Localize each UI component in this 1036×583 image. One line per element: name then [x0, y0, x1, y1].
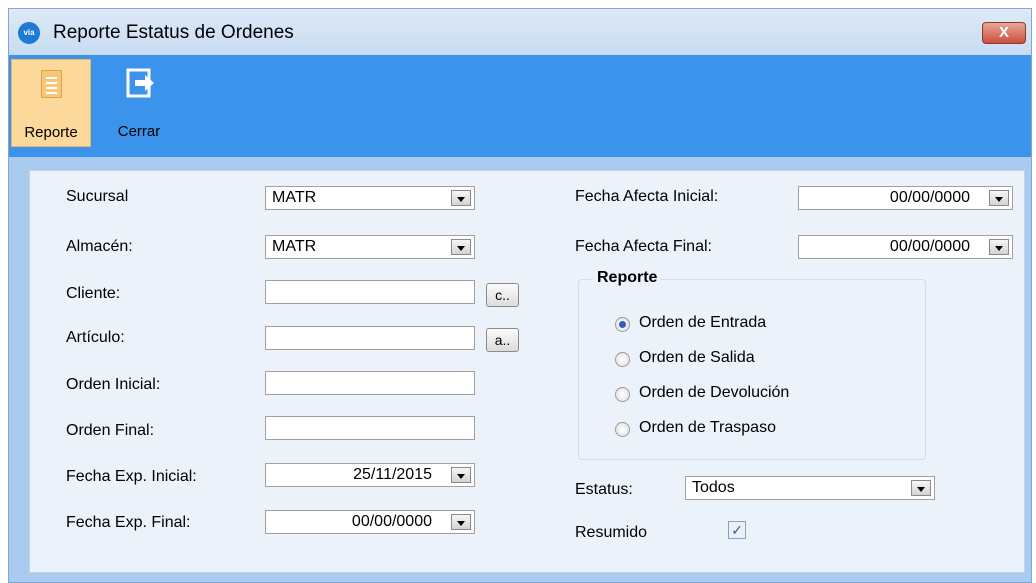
- orden-entrada-label[interactable]: Orden de Entrada: [639, 314, 766, 332]
- fecha-afecta-final-label: Fecha Afecta Final:: [575, 238, 712, 255]
- report-window: via Reporte Estatus de Ordenes X Reporte…: [8, 8, 1032, 583]
- report-button[interactable]: Reporte: [11, 59, 91, 147]
- orden-devolucion-radio[interactable]: [615, 387, 630, 402]
- fecha-afecta-inicial-label: Fecha Afecta Inicial:: [575, 188, 719, 205]
- reporte-group-title: Reporte: [593, 269, 662, 287]
- orden-traspaso-label[interactable]: Orden de Traspaso: [639, 419, 776, 437]
- fecha-afecta-final-picker[interactable]: 00/00/0000: [798, 235, 1013, 259]
- orden-inicial-input[interactable]: [265, 371, 475, 395]
- fecha-exp-final-label: Fecha Exp. Final:: [66, 514, 191, 531]
- cliente-lookup-button[interactable]: c..: [486, 283, 519, 307]
- chevron-down-icon[interactable]: [451, 190, 471, 206]
- orden-entrada-radio[interactable]: [615, 317, 630, 332]
- filter-form: Sucursal MATR Almacén: MATR Cliente: c..…: [29, 170, 1025, 573]
- articulo-label: Artículo:: [66, 329, 125, 346]
- fecha-exp-final-picker[interactable]: 00/00/0000: [265, 510, 475, 534]
- articulo-input[interactable]: [265, 326, 475, 350]
- estatus-label: Estatus:: [575, 481, 633, 498]
- orden-inicial-label: Orden Inicial:: [66, 376, 161, 393]
- orden-final-input[interactable]: [265, 416, 475, 440]
- app-logo-icon: via: [18, 22, 40, 44]
- fecha-exp-inicial-label: Fecha Exp. Inicial:: [66, 468, 197, 485]
- sucursal-label: Sucursal: [66, 188, 129, 205]
- chevron-down-icon[interactable]: [451, 467, 471, 483]
- chevron-down-icon[interactable]: [911, 480, 931, 496]
- toolbar: Reporte Cerrar: [9, 55, 1031, 157]
- almacen-label: Almacén:: [66, 238, 133, 255]
- cliente-input[interactable]: [265, 280, 475, 304]
- chevron-down-icon[interactable]: [451, 239, 471, 255]
- close-button[interactable]: Cerrar: [99, 59, 179, 147]
- sucursal-select[interactable]: MATR: [265, 186, 475, 210]
- close-window-button[interactable]: X: [982, 22, 1026, 44]
- chevron-down-icon[interactable]: [451, 514, 471, 530]
- reporte-groupbox: Reporte Orden de Entrada Orden de Salida…: [578, 269, 926, 460]
- exit-icon: [126, 68, 154, 98]
- chevron-down-icon[interactable]: [989, 190, 1009, 206]
- fecha-afecta-inicial-picker[interactable]: 00/00/0000: [798, 186, 1013, 210]
- orden-final-label: Orden Final:: [66, 422, 155, 439]
- orden-traspaso-radio[interactable]: [615, 422, 630, 437]
- report-document-icon: [41, 70, 62, 98]
- chevron-down-icon[interactable]: [989, 239, 1009, 255]
- almacen-select[interactable]: MATR: [265, 235, 475, 259]
- title-bar: via Reporte Estatus de Ordenes X: [9, 9, 1031, 55]
- close-button-label: Cerrar: [117, 123, 161, 140]
- articulo-lookup-button[interactable]: a..: [486, 328, 519, 352]
- orden-salida-radio[interactable]: [615, 352, 630, 367]
- window-title: Reporte Estatus de Ordenes: [53, 22, 294, 43]
- estatus-select[interactable]: Todos: [685, 476, 935, 500]
- orden-devolucion-label[interactable]: Orden de Devolución: [639, 384, 789, 402]
- fecha-exp-inicial-picker[interactable]: 25/11/2015: [265, 463, 475, 487]
- resumido-label: Resumido: [575, 524, 648, 541]
- orden-salida-label[interactable]: Orden de Salida: [639, 349, 755, 367]
- resumido-checkbox[interactable]: ✓: [728, 521, 746, 539]
- report-button-label: Reporte: [24, 124, 78, 141]
- cliente-label: Cliente:: [66, 285, 121, 302]
